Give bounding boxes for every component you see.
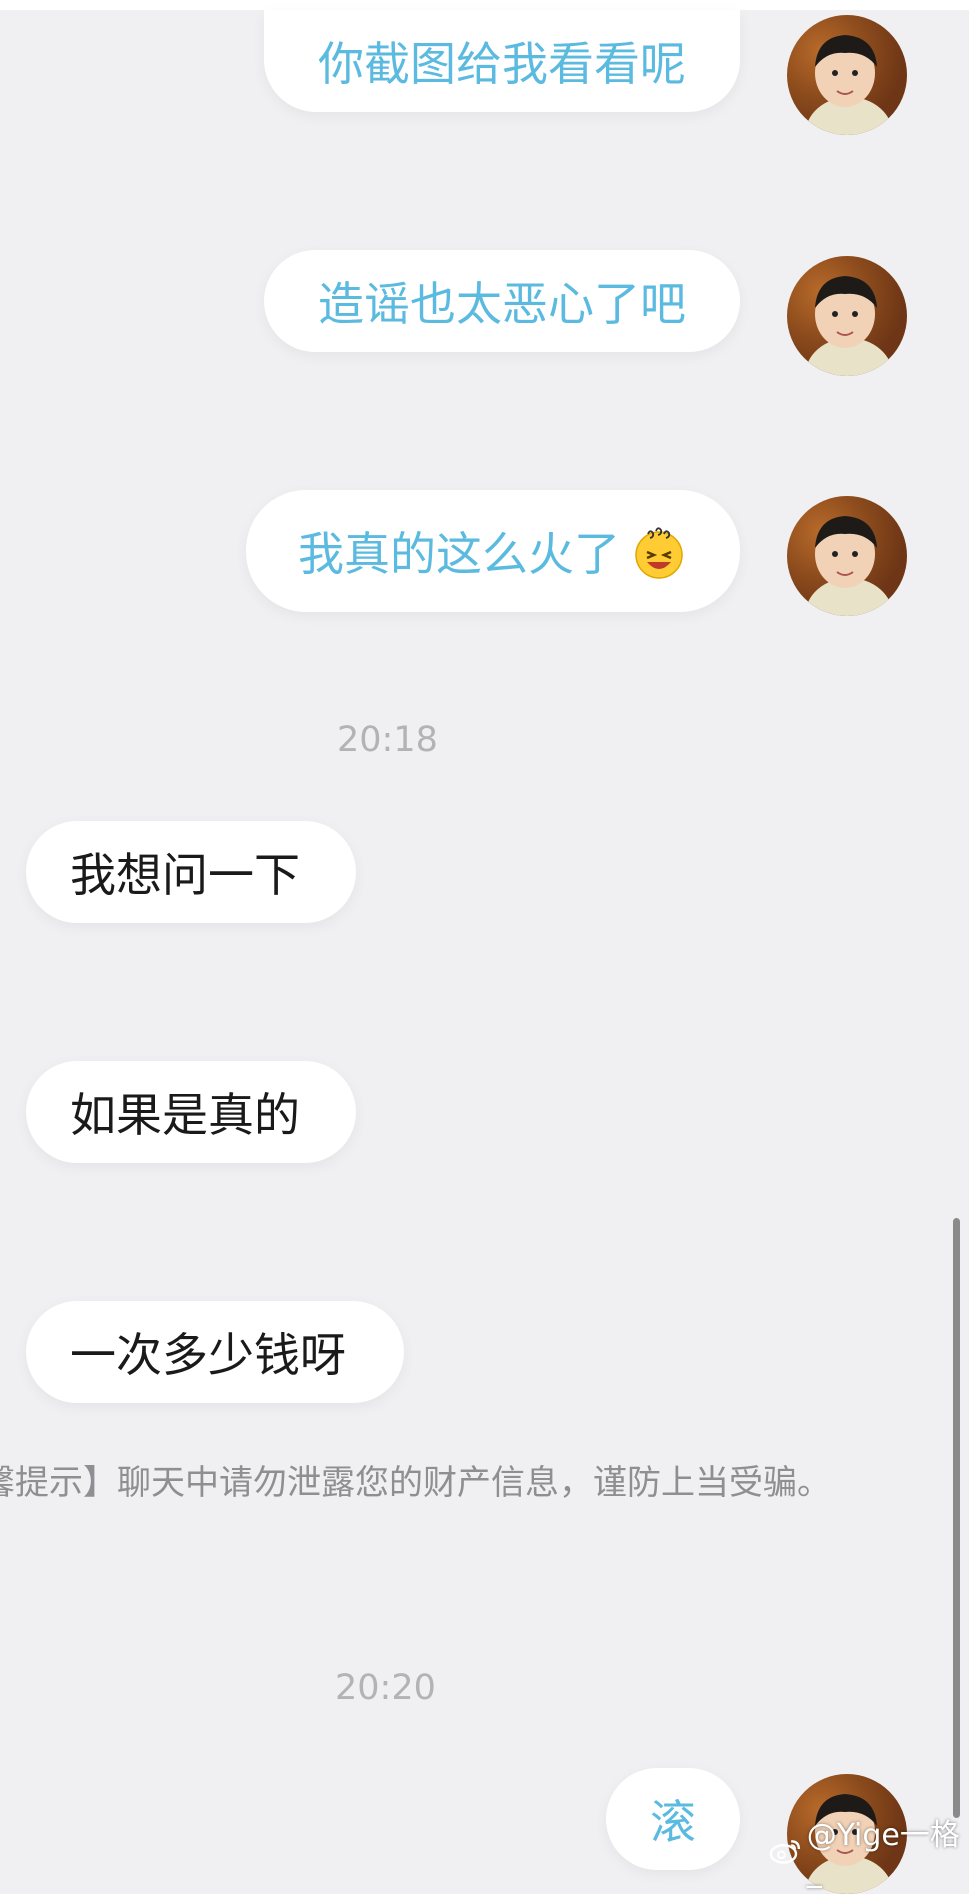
- timestamp: 20:18: [337, 720, 438, 760]
- avatar-image: [805, 516, 893, 616]
- top-edge: [0, 0, 969, 10]
- weibo-logo-icon: [769, 1839, 801, 1864]
- message-bubble-incoming[interactable]: 我想问一下: [26, 821, 356, 923]
- message-text: 我想问一下: [70, 848, 300, 902]
- message-text: 如果是真的: [70, 1088, 300, 1142]
- message-text: 造谣也太恶心了吧: [318, 277, 686, 331]
- timestamp: 20:20: [335, 1668, 436, 1708]
- message-bubble-outgoing[interactable]: 你截图给我看看呢: [264, 10, 740, 112]
- avatar-image: [805, 276, 893, 376]
- user-avatar[interactable]: [787, 15, 907, 135]
- watermark: @Yige一格_: [768, 1810, 969, 1889]
- message-bubble-incoming[interactable]: 如果是真的: [26, 1061, 356, 1163]
- user-avatar[interactable]: [787, 496, 907, 616]
- message-bubble-outgoing[interactable]: 造谣也太恶心了吧: [264, 250, 740, 352]
- system-safety-tip: 馨提示】聊天中请勿泄露您的财产信息，谨防上当受骗。: [0, 1463, 831, 1503]
- scrollbar-thumb[interactable]: [953, 1218, 960, 1818]
- user-avatar[interactable]: [787, 256, 907, 376]
- message-text: 我真的这么火了: [298, 527, 620, 581]
- message-text: 一次多少钱呀: [70, 1328, 346, 1382]
- message-text: 你截图给我看看呢: [318, 37, 686, 91]
- message-bubble-incoming[interactable]: 一次多少钱呀: [26, 1301, 404, 1403]
- message-bubble-outgoing[interactable]: 我真的这么火了: [246, 490, 740, 612]
- message-text: 滚: [650, 1795, 696, 1849]
- watermark-text: @Yige一格_: [806, 1818, 960, 1889]
- dizzy-face-emoji-icon: [635, 527, 683, 579]
- avatar-image: [805, 35, 893, 135]
- message-bubble-outgoing[interactable]: 滚: [606, 1768, 740, 1870]
